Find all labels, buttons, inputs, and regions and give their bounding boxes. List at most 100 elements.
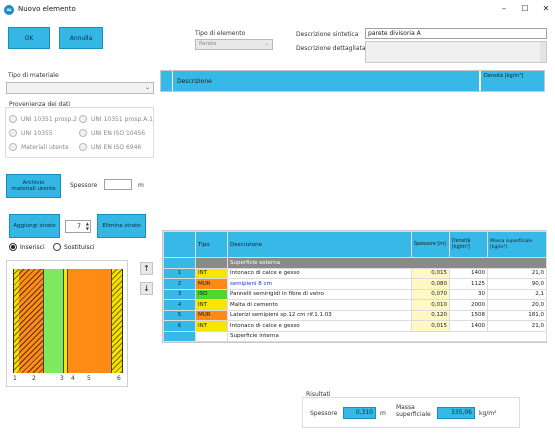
radio-icon [79, 115, 87, 123]
layer-grid[interactable]: Tipo Descrizione Spessore [m] Densità [k… [162, 230, 547, 343]
spessore-input[interactable] [104, 179, 132, 190]
col-tipo[interactable]: Tipo [195, 231, 228, 258]
spessore-unit: m [138, 182, 144, 189]
row-spessore[interactable]: 0,015 [411, 320, 450, 332]
descrizione-sintetica-input[interactable]: parete divisoria A [365, 28, 547, 39]
row-spessore[interactable]: 0,010 [411, 299, 450, 311]
row-densita: 1125 [449, 278, 488, 290]
row-tipo: INT [195, 267, 228, 279]
row-number: 5 [163, 309, 196, 321]
surface-internal-label: Superficie interna [227, 330, 547, 342]
row-number: 2 [163, 278, 196, 290]
risultati-spessore-unit: m [380, 410, 386, 417]
radio-uni-en-iso-6946[interactable]: UNI EN ISO 6946 [79, 143, 141, 151]
row-densita: 30 [449, 288, 488, 300]
wall-layer-label-2: 2 [32, 375, 36, 382]
wall-layer-5 [67, 269, 112, 373]
table-row[interactable]: 6 INT Intonaco di calce e gesso 0,015 14… [163, 320, 547, 332]
row-spessore[interactable]: 0,015 [411, 267, 450, 279]
move-up-icon[interactable]: ↑ [140, 262, 153, 275]
close-icon[interactable]: ✕ [539, 3, 553, 15]
table-row[interactable]: 2 MUR semipieni 8 cm 0,080 1125 90,0 [163, 278, 547, 290]
elimina-strato-button[interactable]: Elimina strato [97, 214, 146, 238]
minimize-icon[interactable]: – [497, 3, 511, 15]
descrizione-dettagliata-label: Descrizione dettagliata [296, 45, 366, 52]
radio-sostituisci[interactable]: Sostituisci [53, 243, 95, 251]
window-title: Nuovo elemento [18, 5, 76, 13]
wall-layer-3 [43, 269, 64, 373]
wall-layer-2 [19, 269, 43, 373]
table-row[interactable]: 5 MUR Laterizi semipieni sp.12 cm rif.1.… [163, 309, 547, 321]
radio-uni-en-iso-10456[interactable]: UNI EN ISO 10456 [79, 129, 145, 137]
radio-label: UNI 10351 prosp.A.1 [91, 115, 153, 123]
row-descrizione: Intonaco di calce e gesso [227, 320, 412, 332]
tipo-materiale-select[interactable]: ⌄ [6, 82, 154, 94]
stepper-value: 7 [77, 223, 81, 230]
risultati-spessore-value: 0,310 [343, 407, 376, 419]
row-tipo: MUR [195, 278, 228, 290]
row-tipo: INT [195, 320, 228, 332]
col-descrizione[interactable]: Descrizione [227, 231, 412, 258]
maximize-icon[interactable]: ☐ [518, 3, 532, 15]
scrollbar[interactable] [540, 42, 546, 62]
row-densita: 1400 [449, 267, 488, 279]
row-descrizione: Pannelli semirigidi in fibre di vetro [227, 288, 412, 300]
radio-icon [79, 129, 87, 137]
row-number: 4 [163, 299, 196, 311]
descrizione-sintetica-label: Descrizione sintetica [296, 31, 359, 38]
chevron-down-icon: ⌄ [264, 41, 269, 47]
radio-label: Sostituisci [64, 243, 95, 251]
radio-uni10351-prospa1[interactable]: UNI 10351 prosp.A.1 [79, 115, 153, 123]
col-spessore[interactable]: Spessore [m] [411, 231, 450, 258]
row-densita: 2000 [449, 299, 488, 311]
row-number: 6 [163, 320, 196, 332]
move-down-icon[interactable]: ↓ [140, 282, 153, 295]
material-col-descrizione[interactable]: Descrizione [173, 71, 479, 91]
risultati-massa-label: Massa superficiale [396, 404, 431, 418]
row-tipo: MUR [195, 309, 228, 321]
archivio-materiali-button[interactable]: Archivio materiali utente [6, 174, 61, 198]
row-number: 3 [163, 288, 196, 300]
radio-uni10355[interactable]: UNI 10355 [9, 129, 53, 137]
table-row[interactable]: 3 ISO Pannelli semirigidi in fibre di ve… [163, 288, 547, 300]
radio-icon [9, 143, 17, 151]
tipo-elemento-select[interactable]: Parete ⌄ [195, 39, 273, 50]
material-col-densita[interactable]: Densità [kg/m³] [480, 71, 544, 91]
stepper-arrows-icon[interactable]: ▲ ▼ [86, 221, 89, 231]
row-spessore[interactable]: 0,070 [411, 288, 450, 300]
tipo-materiale-label: Tipo di materiale [8, 72, 59, 79]
row-spessore[interactable]: 0,080 [411, 278, 450, 290]
radio-uni10351-prosp2[interactable]: UNI 10351 prosp.2 [9, 115, 77, 123]
col-densita[interactable]: Densità [kg/m³] [449, 231, 488, 258]
table-row[interactable]: 1 INT Intonaco di calce e gesso 0,015 14… [163, 267, 547, 279]
grid-row-header [163, 257, 196, 269]
row-tipo: INT [195, 299, 228, 311]
strato-stepper[interactable]: 7 ▲ ▼ [65, 220, 91, 233]
wall-section [13, 269, 123, 373]
radio-label: UNI 10351 prosp.2 [21, 115, 78, 123]
descrizione-dettagliata-input[interactable] [365, 41, 547, 63]
risultati-massa-unit: kg/m² [479, 410, 497, 417]
wall-layer-label-1: 1 [13, 375, 17, 382]
cancel-button[interactable]: Annulla [59, 27, 103, 49]
material-grid[interactable]: Descrizione Densità [kg/m³] [160, 70, 545, 92]
radio-icon [79, 143, 87, 151]
radio-icon [9, 129, 17, 137]
grid-row-header [163, 231, 196, 258]
radio-inserisci[interactable]: Inserisci [9, 243, 45, 251]
wall-layer-6 [112, 269, 122, 373]
row-massa: 181,0 [487, 309, 547, 321]
wall-layer-label-3: 3 [60, 375, 64, 382]
row-spessore[interactable]: 0,120 [411, 309, 450, 321]
radio-label: UNI 10355 [21, 129, 53, 137]
aggiungi-strato-button[interactable]: Aggiungi strato [9, 214, 60, 238]
table-row[interactable]: 4 INT Malta di cemento 0,010 2000 20,0 [163, 299, 547, 311]
row-tipo: ISO [195, 288, 228, 300]
row-descrizione: Intonaco di calce e gesso [227, 267, 412, 279]
radio-materiali-utente[interactable]: Materiali utente [9, 143, 69, 151]
ok-button[interactable]: OK [8, 27, 50, 49]
app-logo-icon: ≈ [4, 5, 14, 15]
row-massa: 20,0 [487, 299, 547, 311]
row-massa: 90,0 [487, 278, 547, 290]
col-massa[interactable]: Massa superficiale [kg/m²] [487, 231, 547, 258]
